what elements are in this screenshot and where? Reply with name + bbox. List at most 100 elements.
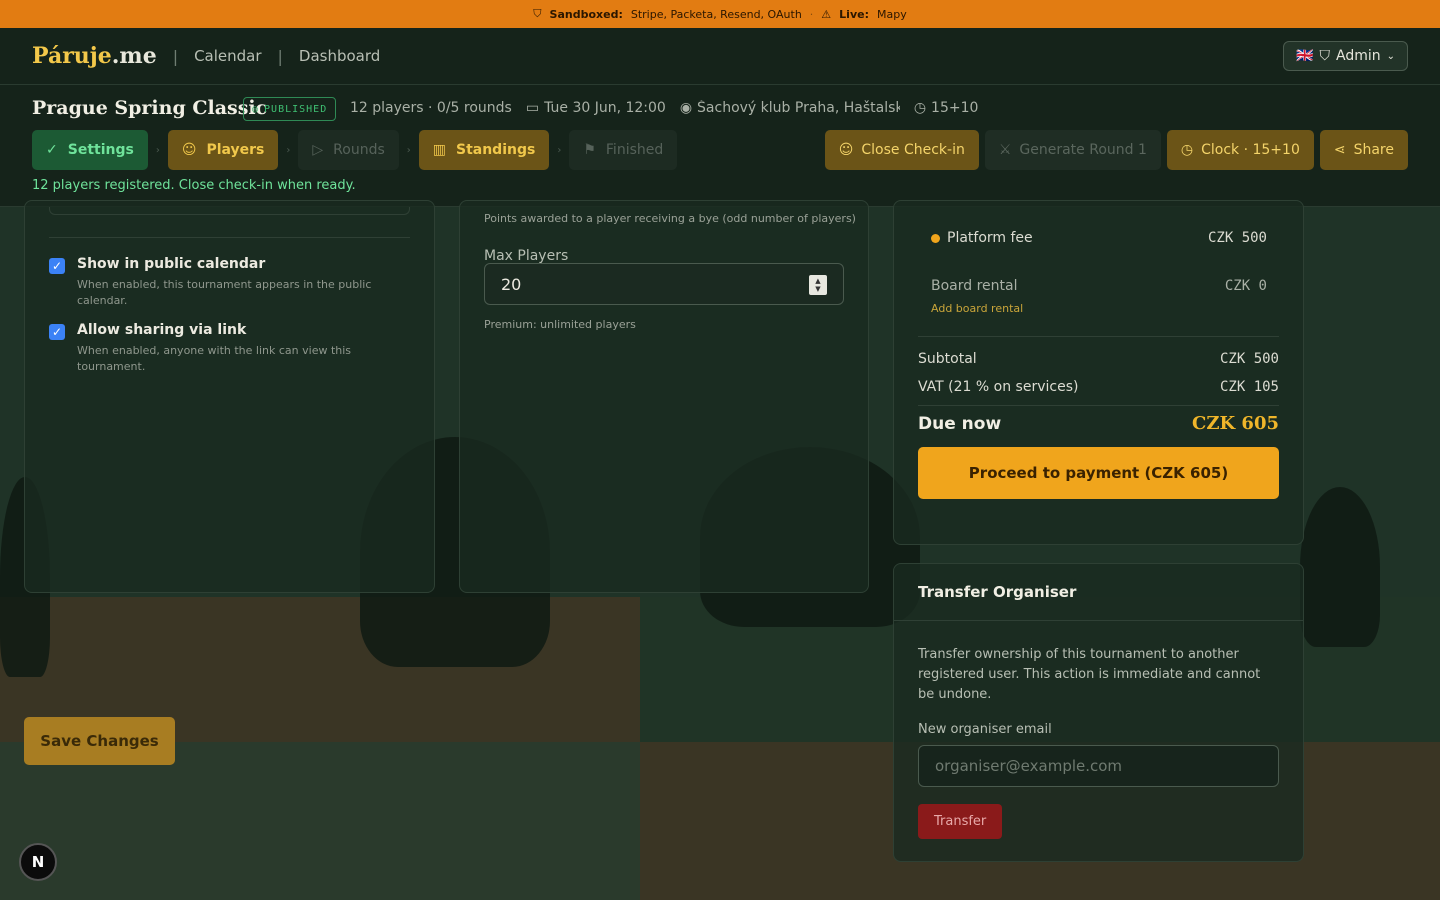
admin-label: Admin [1335,48,1381,64]
logo[interactable]: Páruje.me [32,43,157,69]
tournament-title: Prague Spring Classic [32,97,268,119]
tournament-header: Prague Spring Classic ◎ PUBLISHED 12 pla… [0,85,1440,207]
board-rental-value: CZK 0 [1224,278,1267,294]
step-settings[interactable]: ✓ Settings [32,130,148,170]
play-icon: ▷ [312,142,324,158]
bye-points-note: Points awarded to a player receiving a b… [484,212,856,225]
players-rounds: 12 players · 0/5 rounds [350,100,512,116]
step-finished[interactable]: ⚑ Finished [569,130,678,170]
organiser-email-input[interactable]: organiser@example.com [918,745,1279,787]
status-text: PUBLISHED [264,103,328,115]
platform-fee-label-wrap: Platform fee [931,230,1033,246]
step-players[interactable]: ☺ Players [167,130,279,170]
swords-icon: ⚔ [998,142,1012,158]
due-label: Due now [918,413,1002,434]
generate-round-button[interactable]: ⚔ Generate Round 1 [984,130,1161,170]
share-button[interactable]: ⋖ Share [1319,130,1408,170]
step-rounds[interactable]: ▷ Rounds [298,130,399,170]
calendar-icon: ▭ [525,100,540,116]
generate-round-label: Generate Round 1 [1019,142,1147,158]
checkin-hint: 12 players registered. Close check-in wh… [32,178,356,193]
step-standings[interactable]: ▥ Standings [418,130,550,170]
add-board-rental-link[interactable]: Add board rental [931,302,1023,315]
vat-row: VAT (21 % on services) CZK 105 [918,379,1279,395]
transfer-organiser-panel: Transfer Organiser Transfer ownership of… [893,563,1304,862]
location-text: Šachový klub Praha, Haštalská 2: [697,100,900,116]
live-services: Mapy [876,7,907,21]
share-label: Share [1353,142,1394,158]
sandboxed-services: Stripe, Packeta, Resend, OAuth [630,7,802,21]
timer-icon: ◷ [1180,142,1194,158]
top-nav: Páruje.me | Calendar | Dashboard 🇬🇧 ⛉ Ad… [0,28,1440,85]
max-players-input[interactable]: 20 ▲ ▼ [484,263,844,305]
location-pin-icon: ◉ [679,100,693,116]
chevron-down-icon: ⌄ [1386,50,1395,62]
sandboxed-label: Sandboxed: [549,7,623,21]
tournament-meta: 12 players · 0/5 rounds ▭ Tue 30 Jun, 12:… [350,100,978,116]
check-circle-icon: ◎ [252,103,260,115]
payment-panel: Platform fee CZK 500 Board rental CZK 0 … [893,200,1304,545]
time-control-meta: ◷ 15+10 [914,100,979,116]
email-label: New organiser email [918,722,1052,737]
subtotal-value: CZK 500 [1219,351,1279,367]
nav-link-calendar[interactable]: Calendar [194,47,261,65]
public-calendar-title: Show in public calendar [77,256,266,272]
subtotal-row: Subtotal CZK 500 [918,351,1279,367]
platform-fee-label: Platform fee [947,230,1033,246]
transfer-description: Transfer ownership of this tournament to… [918,647,1261,702]
step-label: Finished [605,142,664,158]
live-label: Live: [839,7,869,21]
save-changes-button[interactable]: Save Changes [24,717,175,765]
share-icon: ⋖ [1333,142,1346,158]
public-calendar-option: ✓ Show in public calendar When enabled, … [49,256,377,309]
max-players-label: Max Players [484,248,569,264]
header-actions: ☺ Close Check-in ⚔ Generate Round 1 ◷ Cl… [824,130,1408,170]
sharing-title: Allow sharing via link [77,322,247,338]
admin-menu-button[interactable]: 🇬🇧 ⛉ Admin ⌄ [1283,41,1408,71]
board-rental-row: Board rental CZK 0 [931,278,1267,294]
subtotal-label: Subtotal [918,351,977,367]
premium-note: Premium: unlimited players [484,318,636,331]
sharing-checkbox[interactable]: ✓ [49,324,65,340]
user-check-icon: ☺ [838,142,854,158]
status-dot-icon [931,233,940,243]
public-calendar-desc: When enabled, this tournament appears in… [77,278,372,307]
vat-value: CZK 105 [1219,379,1279,395]
visibility-settings-panel: ✓ Show in public calendar When enabled, … [24,200,435,593]
flag-icon: ⚑ [583,142,596,158]
shield-icon: ⛉ [1319,48,1330,64]
location-meta: ◉Šachový klub Praha, Haštalská 2: [680,100,900,116]
workflow-steps: ✓ Settings › ☺ Players › ▷ Rounds › ▥ St… [32,130,678,170]
logo-suffix: .me [111,43,157,69]
proceed-to-payment-button[interactable]: Proceed to payment (CZK 605) [918,447,1279,499]
sharing-desc: When enabled, anyone with the link can v… [77,344,352,373]
transfer-button[interactable]: Transfer [918,804,1003,839]
due-now-row: Due now CZK 605 [918,413,1279,434]
clock-button[interactable]: ◷ Clock · 15+10 [1166,130,1314,170]
platform-fee-value: CZK 500 [1207,230,1267,246]
warning-icon: ⚠ [821,7,832,21]
public-calendar-checkbox[interactable]: ✓ [49,258,65,274]
date-text: Tue 30 Jun, 12:00 [544,100,666,116]
time-control-text: 15+10 [931,100,979,116]
step-label: Standings [455,142,536,158]
vat-label: VAT (21 % on services) [918,379,1079,395]
logo-text: Páruje [32,43,112,69]
step-label: Rounds [333,142,385,158]
step-label: Settings [67,142,134,158]
timer-icon: ◷ [913,100,927,116]
number-spinner[interactable]: ▲ ▼ [809,275,827,295]
player-limits-panel: Points awarded to a player receiving a b… [459,200,869,593]
sharing-option: ✓ Allow sharing via link When enabled, a… [49,322,377,375]
user-check-icon: ☺ [181,142,197,158]
date-meta: ▭ Tue 30 Jun, 12:00 [526,100,666,116]
step-label: Players [206,142,265,158]
clock-label: Clock · 15+10 [1201,142,1300,158]
dev-tools-badge[interactable]: N [19,843,57,881]
close-checkin-button[interactable]: ☺ Close Check-in [824,130,979,170]
shield-icon: ⛉ [533,7,542,20]
sandbox-banner: ⛉ Sandboxed: Stripe, Packeta, Resend, OA… [0,0,1440,28]
bar-chart-icon: ▥ [432,142,446,158]
close-checkin-label: Close Check-in [861,142,965,158]
nav-link-dashboard[interactable]: Dashboard [299,47,380,65]
